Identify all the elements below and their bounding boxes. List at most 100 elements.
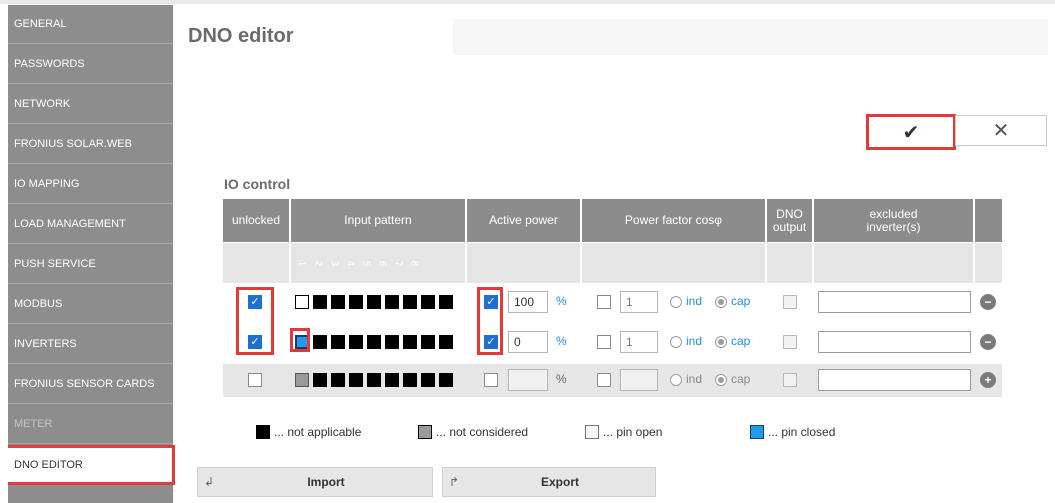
unlocked-highlight — [236, 287, 274, 355]
sidebar-item-sensor-cards[interactable]: FRONIUS SENSOR CARDS — [8, 365, 173, 404]
row2-dno-output-checkbox[interactable] — [783, 335, 797, 349]
row1-active-power-input[interactable]: 100 — [508, 291, 548, 313]
row3-ind-radio[interactable] — [670, 374, 682, 386]
row1-ind-radio[interactable] — [670, 296, 682, 308]
legend-pin-closed-swatch — [750, 425, 764, 439]
sidebar-item-modbus[interactable]: MODBUS — [8, 285, 173, 324]
row1-pf-checkbox[interactable] — [597, 295, 611, 309]
cancel-button[interactable]: ✕ — [955, 115, 1047, 146]
export-icon: ↱ — [448, 475, 460, 489]
col-header-actions — [975, 199, 1002, 242]
sidebar-item-solar-web[interactable]: FRONIUS SOLAR.WEB — [8, 125, 173, 164]
sidebar-item-dno-editor[interactable]: DNO EDITOR — [8, 445, 175, 485]
row1-excluded-input[interactable] — [818, 291, 971, 313]
pin-na-swatch[interactable] — [313, 373, 327, 387]
legend-pin-open-swatch — [585, 425, 599, 439]
row3-excluded-input[interactable] — [818, 369, 971, 391]
close-icon: ✕ — [992, 120, 1010, 142]
pin-na-swatch[interactable] — [421, 295, 435, 309]
sidebar: GENERAL PASSWORDS NETWORK FRONIUS SOLAR.… — [8, 5, 175, 503]
sidebar-item-io-mapping[interactable]: IO MAPPING — [8, 165, 173, 204]
subheader-cell — [814, 243, 973, 283]
pin-na-swatch[interactable] — [331, 335, 345, 349]
sidebar-item-label: DNO EDITOR — [14, 459, 83, 471]
pin-na-swatch[interactable] — [439, 335, 453, 349]
row2-remove-button[interactable]: − — [980, 334, 996, 350]
row3-unlocked-checkbox[interactable] — [248, 373, 262, 387]
row1-remove-button[interactable]: − — [980, 294, 996, 310]
pin-na-swatch[interactable] — [403, 373, 417, 387]
row2-cap-radio[interactable] — [715, 336, 727, 348]
sidebar-item-push-service[interactable]: PUSH SERVICE — [8, 245, 173, 284]
header-strip — [453, 19, 1048, 55]
pin-number: 3 — [328, 260, 340, 267]
io-control-title: IO control — [224, 176, 291, 192]
pin-not-considered-swatch[interactable] — [295, 373, 309, 387]
pin-na-swatch[interactable] — [313, 335, 327, 349]
pin-na-swatch[interactable] — [385, 295, 399, 309]
row3-cap-radio[interactable] — [715, 374, 727, 386]
subheader-cell — [223, 243, 289, 283]
sidebar-item-meter[interactable]: METER — [8, 405, 173, 444]
pin-na-swatch[interactable] — [421, 335, 435, 349]
page-title: DNO editor — [188, 25, 294, 47]
sidebar-item-label: MODBUS — [14, 298, 63, 310]
row1-percent-unit: % — [556, 294, 567, 308]
confirm-button[interactable]: ✔ — [866, 114, 956, 150]
export-button[interactable]: ↱ Export — [442, 467, 656, 497]
pin-na-swatch[interactable] — [349, 335, 363, 349]
pin-na-swatch[interactable] — [385, 373, 399, 387]
legend-not-considered: ... not considered — [436, 425, 529, 439]
pin-open-swatch[interactable] — [295, 295, 309, 309]
sidebar-item-label: LOAD MANAGEMENT — [14, 218, 126, 230]
sidebar-item-label: GENERAL — [14, 18, 67, 30]
row2-active-power-input[interactable]: 0 — [508, 331, 548, 353]
pin-na-swatch[interactable] — [313, 295, 327, 309]
pin-na-swatch[interactable] — [439, 295, 453, 309]
active-power-highlight — [477, 287, 503, 355]
row2-excluded-input[interactable] — [818, 331, 971, 353]
pin-number: 2 — [312, 260, 324, 267]
row3-active-power-checkbox[interactable] — [484, 373, 498, 387]
row3-dno-output-checkbox[interactable] — [783, 373, 797, 387]
pin-na-swatch[interactable] — [439, 373, 453, 387]
sidebar-item-passwords[interactable]: PASSWORDS — [8, 45, 173, 84]
row3-pf-checkbox[interactable] — [597, 373, 611, 387]
pin-na-swatch[interactable] — [349, 295, 363, 309]
row1-ind-label: ind — [686, 294, 703, 308]
pin-na-swatch[interactable] — [403, 295, 417, 309]
col-header-power-factor: Power factor cosφ — [582, 199, 765, 242]
pin-na-swatch[interactable] — [421, 373, 435, 387]
pin-na-swatch[interactable] — [367, 335, 381, 349]
sidebar-item-network[interactable]: NETWORK — [8, 85, 173, 124]
pin-na-swatch[interactable] — [349, 373, 363, 387]
row1-dno-output-checkbox[interactable] — [783, 295, 797, 309]
row2-pf-input[interactable]: 1 — [620, 331, 658, 353]
import-button[interactable]: ↲ Import — [197, 467, 433, 497]
row3-pf-input[interactable] — [620, 369, 658, 391]
row2-ind-radio[interactable] — [670, 336, 682, 348]
row3-active-power-input[interactable] — [508, 369, 548, 391]
pin-highlight — [290, 328, 310, 352]
row1-cap-radio[interactable] — [715, 296, 727, 308]
row3-add-button[interactable]: + — [980, 372, 996, 388]
legend-not-considered-swatch — [418, 425, 432, 439]
row2-pf-checkbox[interactable] — [597, 335, 611, 349]
legend-not-applicable-swatch — [256, 425, 270, 439]
pin-na-swatch[interactable] — [331, 373, 345, 387]
pin-number: 8 — [408, 260, 420, 267]
sidebar-item-label: PASSWORDS — [14, 58, 85, 70]
pin-na-swatch[interactable] — [367, 373, 381, 387]
sidebar-item-general[interactable]: GENERAL — [8, 5, 173, 44]
pin-na-swatch[interactable] — [331, 295, 345, 309]
pin-na-swatch[interactable] — [403, 335, 417, 349]
export-label: Export — [540, 475, 579, 489]
subheader-cell — [975, 243, 1002, 283]
sidebar-item-load-management[interactable]: LOAD MANAGEMENT — [8, 205, 173, 244]
pin-na-swatch[interactable] — [367, 295, 381, 309]
pin-na-swatch[interactable] — [385, 335, 399, 349]
row1-pf-input[interactable]: 1 — [620, 291, 658, 313]
subheader-cell — [767, 243, 812, 283]
sidebar-item-inverters[interactable]: INVERTERS — [8, 325, 173, 364]
row3-ind-label: ind — [686, 372, 703, 386]
